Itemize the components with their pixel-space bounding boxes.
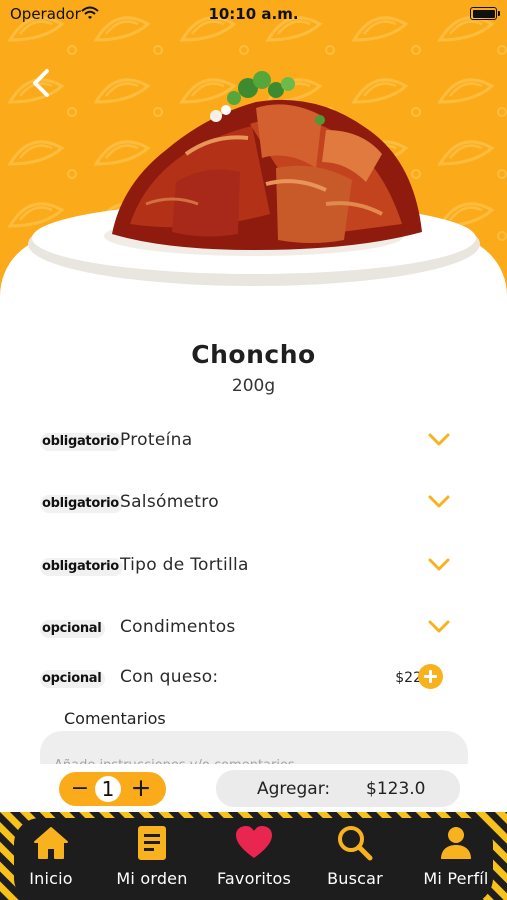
plus-circle-icon[interactable] bbox=[418, 664, 443, 689]
option-row-salsometro[interactable]: obligatorio Salsómetro bbox=[40, 489, 460, 519]
option-label: Proteína bbox=[120, 430, 193, 450]
tab-label: Inicio bbox=[29, 869, 73, 888]
product-weight: 200g bbox=[231, 376, 276, 396]
add-label: Agregar: bbox=[257, 779, 331, 799]
chevron-down-icon[interactable] bbox=[426, 430, 452, 450]
tab-inicio[interactable]: Inicio bbox=[6, 812, 96, 900]
tab-mi-orden[interactable]: Mi orden bbox=[106, 812, 198, 900]
home-icon bbox=[34, 827, 68, 859]
battery-icon bbox=[470, 7, 497, 20]
dish-image bbox=[28, 71, 480, 286]
tab-label: Favoritos bbox=[216, 869, 292, 888]
decrement-button[interactable]: − bbox=[67, 775, 93, 803]
option-label: Condimentos bbox=[120, 617, 236, 637]
option-row-tipo-tortilla[interactable]: obligatorio Tipo de Tortilla bbox=[40, 552, 460, 582]
tab-mi-perfil[interactable]: Mi Perfíl bbox=[410, 812, 502, 900]
option-label: Con queso: bbox=[120, 667, 219, 687]
battery-tip bbox=[498, 11, 500, 16]
comments-label: Comentarios bbox=[64, 709, 166, 728]
clock: 10:10 a.m. bbox=[208, 5, 299, 23]
order-total: $123.0 bbox=[366, 779, 426, 799]
tab-label: Mi orden bbox=[116, 869, 188, 888]
optional-badge: opcional bbox=[40, 620, 106, 638]
tab-favoritos[interactable]: Favoritos bbox=[208, 812, 300, 900]
option-label: Salsómetro bbox=[120, 492, 219, 512]
quantity-value: 1 bbox=[95, 776, 121, 802]
add-to-order-button[interactable]: Agregar: $123.0 bbox=[216, 770, 460, 807]
required-badge: obligatorio bbox=[40, 495, 123, 513]
option-row-con-queso: opcional Con queso: $22 bbox=[40, 664, 460, 694]
search-icon bbox=[338, 826, 373, 861]
user-icon bbox=[441, 827, 471, 859]
order-action-bar: − 1 + Agregar: $123.0 bbox=[0, 764, 507, 812]
chevron-down-icon[interactable] bbox=[426, 617, 452, 637]
increment-button[interactable]: + bbox=[128, 774, 154, 802]
product-title: Choncho bbox=[191, 340, 316, 369]
tab-buscar[interactable]: Buscar bbox=[310, 812, 400, 900]
tab-label: Mi Perfíl bbox=[423, 869, 489, 888]
status-bar: Operador 10:10 a.m. bbox=[0, 0, 507, 28]
tab-label: Buscar bbox=[327, 869, 383, 888]
option-row-proteina[interactable]: obligatorio Proteína bbox=[40, 427, 460, 457]
heart-icon bbox=[236, 826, 272, 858]
quantity-stepper: − 1 + bbox=[59, 772, 166, 806]
required-badge: obligatorio bbox=[40, 558, 123, 576]
order-list-icon bbox=[138, 826, 166, 860]
chevron-down-icon[interactable] bbox=[426, 555, 452, 575]
required-badge: obligatorio bbox=[40, 433, 123, 451]
chevron-down-icon[interactable] bbox=[426, 492, 452, 512]
option-label: Tipo de Tortilla bbox=[120, 555, 249, 575]
option-row-condimentos[interactable]: opcional Condimentos bbox=[40, 614, 460, 644]
optional-badge: opcional bbox=[40, 670, 106, 688]
